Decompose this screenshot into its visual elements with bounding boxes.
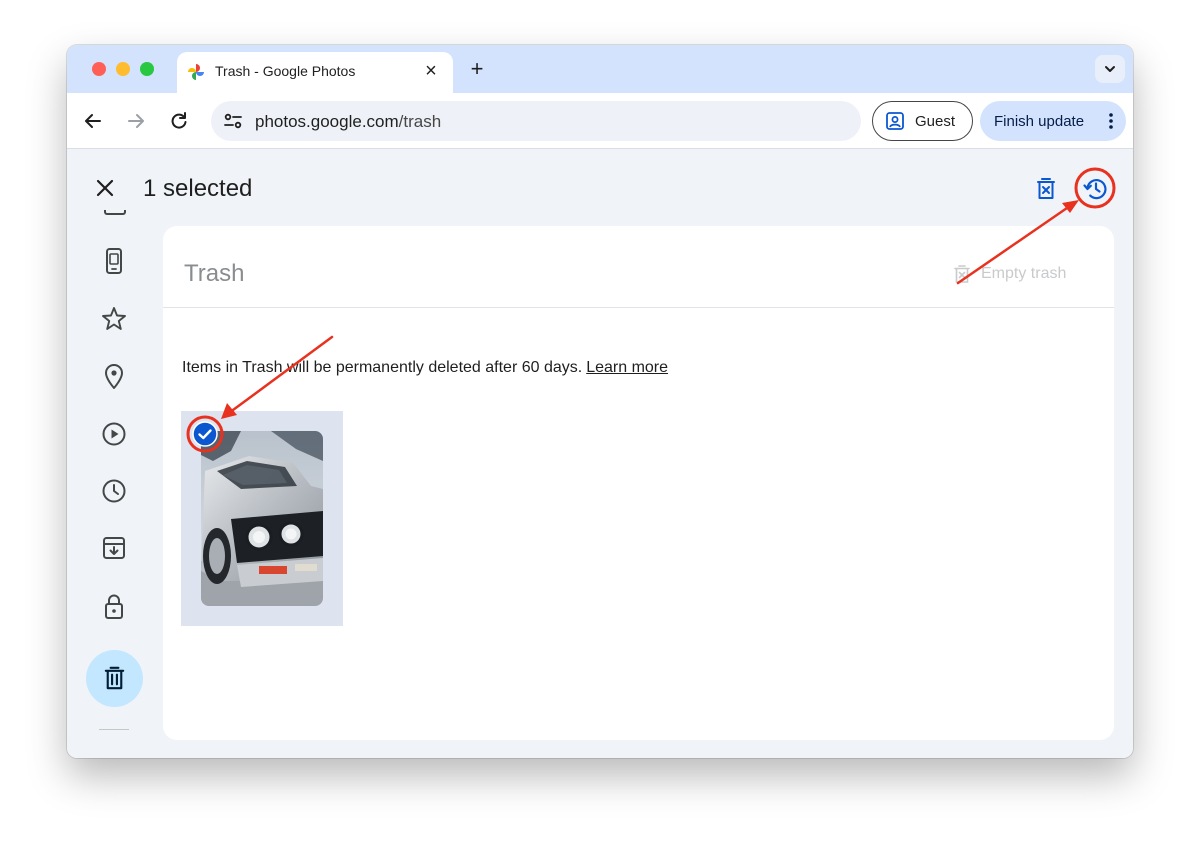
panel-divider xyxy=(163,307,1114,308)
tab-search-button[interactable] xyxy=(1095,55,1125,83)
location-pin-icon xyxy=(105,364,123,389)
clock-icon xyxy=(102,479,126,503)
reload-icon[interactable] xyxy=(165,107,193,135)
photos-app: 1 selected Trash Empty trash Items in Tr… xyxy=(67,150,1133,758)
tab-google-photos[interactable]: Trash - Google Photos × xyxy=(177,52,453,93)
selected-count: 1 selected xyxy=(143,175,253,202)
url-text: photos.google.com/trash xyxy=(255,112,441,132)
maximize-window-button[interactable] xyxy=(140,62,154,76)
back-arrow-icon[interactable] xyxy=(79,107,107,135)
sidebar-item-device-folders[interactable] xyxy=(99,246,129,276)
url-host: photos.google.com xyxy=(255,112,399,131)
trash-notice-text: Items in Trash will be permanently delet… xyxy=(182,359,583,376)
sidebar-item-locked-folder[interactable] xyxy=(99,591,129,621)
trash-notice: Items in Trash will be permanently delet… xyxy=(182,359,668,377)
tab-close-icon[interactable]: × xyxy=(419,59,443,83)
close-selection-icon[interactable] xyxy=(92,175,118,201)
sidebar-item-archive[interactable] xyxy=(99,533,129,563)
sidebar-item-recently-added[interactable] xyxy=(99,476,129,506)
sidebar-item-favorites[interactable] xyxy=(99,304,129,334)
empty-trash-label: Empty trash xyxy=(981,265,1067,282)
sidebar-item-places[interactable] xyxy=(99,361,129,391)
trash-icon xyxy=(104,666,125,690)
minimize-window-button[interactable] xyxy=(116,62,130,76)
site-settings-icon[interactable] xyxy=(221,109,245,133)
address-bar[interactable]: photos.google.com/trash xyxy=(211,101,861,141)
delete-forever-icon[interactable] xyxy=(1033,176,1059,202)
sidebar-partial-item xyxy=(104,210,126,215)
forward-arrow-icon[interactable] xyxy=(122,107,150,135)
finish-update-button[interactable]: Finish update xyxy=(980,101,1126,141)
close-window-button[interactable] xyxy=(92,62,106,76)
chevron-down-icon xyxy=(1105,66,1115,72)
page-title: Trash xyxy=(184,260,245,287)
profile-label: Guest xyxy=(915,113,956,130)
new-tab-icon[interactable]: + xyxy=(465,57,489,81)
learn-more-link[interactable]: Learn more xyxy=(586,359,668,376)
sidebar-divider xyxy=(99,729,129,730)
more-vert-icon[interactable] xyxy=(1106,109,1116,133)
finish-update-label: Finish update xyxy=(994,113,1085,130)
sidebar-item-trash[interactable] xyxy=(86,650,143,707)
browser-toolbar: photos.google.com/trash Guest Finish upd… xyxy=(67,93,1133,149)
car-photo xyxy=(201,431,323,606)
trash-panel: Trash Empty trash Items in Trash will be… xyxy=(163,226,1114,740)
photo-thumbnail[interactable] xyxy=(201,431,323,606)
tab-title: Trash - Google Photos xyxy=(215,63,356,79)
delete-forever-icon xyxy=(954,265,970,283)
lock-icon xyxy=(105,594,123,619)
sidebar-item-videos[interactable] xyxy=(99,419,129,449)
play-circle-icon xyxy=(102,422,126,446)
archive-icon xyxy=(103,537,125,559)
url-path: /trash xyxy=(398,112,442,131)
photo-tile[interactable] xyxy=(181,411,343,626)
browser-window: Trash - Google Photos × + photos.google.… xyxy=(67,45,1133,758)
google-photos-icon xyxy=(188,64,204,80)
restore-icon[interactable] xyxy=(1082,175,1110,203)
tab-strip: Trash - Google Photos × + xyxy=(67,45,1133,93)
profile-button[interactable]: Guest xyxy=(872,101,973,141)
check-circle-icon[interactable] xyxy=(192,421,218,447)
nav-sidebar xyxy=(67,210,162,758)
person-icon xyxy=(886,112,904,130)
star-icon xyxy=(102,307,126,330)
device-folders-icon xyxy=(106,248,122,274)
